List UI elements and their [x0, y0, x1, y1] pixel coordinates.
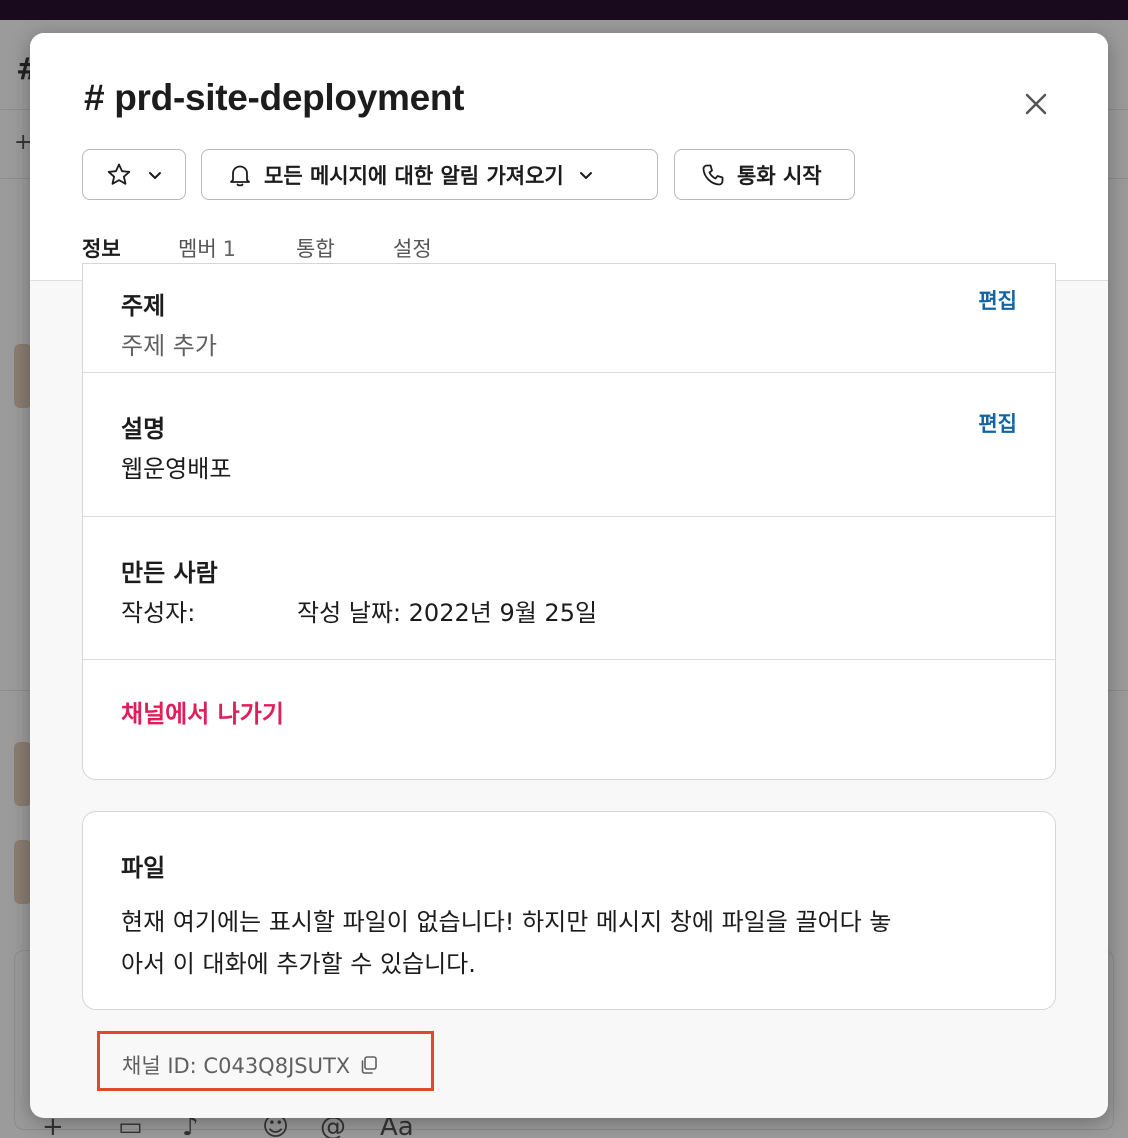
start-call-button[interactable]: 통화 시작 [674, 149, 855, 200]
description-label: 설명 [121, 415, 166, 443]
creation-date: 작성 날짜: 2022년 9월 25일 [297, 599, 598, 627]
copy-icon[interactable] [358, 1054, 380, 1076]
leave-channel-link[interactable]: 채널에서 나가기 [121, 694, 284, 729]
files-empty-text-line2: 아서 이 대화에 추가할 수 있습니다. [121, 950, 476, 978]
files-empty-text-line1: 현재 여기에는 표시할 파일이 없습니다! 하지만 메시지 창에 파일을 끌어다… [121, 908, 892, 936]
channel-id-highlight: 채널 ID: C043Q8JSUTX [97, 1031, 434, 1091]
tab-label: 정보 [82, 237, 121, 261]
notification-settings-button[interactable]: 모든 메시지에 대한 알림 가져오기 [201, 149, 658, 200]
files-card: 파일 현재 여기에는 표시할 파일이 없습니다! 하지만 메시지 창에 파일을 … [82, 811, 1056, 1010]
notification-settings-label: 모든 메시지에 대한 알림 가져오기 [264, 163, 564, 188]
tab-label: 설정 [393, 237, 432, 261]
description-section[interactable]: 설명 웹운영배포 편집 [83, 373, 1055, 517]
modal-header: # prd-site-deployment 모든 메시지에 대한 알림 가져오기 [30, 33, 1108, 281]
chevron-down-icon [145, 165, 165, 185]
channel-id-text: 채널 ID: C043Q8JSUTX [122, 1054, 351, 1078]
star-button[interactable] [82, 149, 186, 200]
app-top-bar [0, 0, 1128, 20]
close-button[interactable] [1018, 86, 1054, 122]
tab-label: 멤버 [178, 237, 217, 261]
about-card: 주제 주제 추가 편집 설명 웹운영배포 편집 만든 사람 작성자: 작성 날짜… [82, 263, 1056, 780]
topic-section[interactable]: 주제 주제 추가 편집 [83, 264, 1055, 373]
description-value: 웹운영배포 [121, 455, 232, 483]
members-count: 1 [222, 237, 237, 261]
topic-value: 주제 추가 [121, 332, 217, 360]
channel-details-modal: # prd-site-deployment 모든 메시지에 대한 알림 가져오기 [30, 33, 1108, 1118]
edit-description-link[interactable]: 편집 [978, 408, 1017, 438]
phone-icon [699, 161, 727, 189]
tab-label: 통합 [296, 237, 335, 261]
files-label: 파일 [121, 854, 166, 882]
chevron-down-icon [576, 165, 596, 185]
topic-label: 주제 [121, 292, 166, 320]
creator-author-label: 작성자: [121, 599, 196, 627]
edit-topic-link[interactable]: 편집 [978, 285, 1017, 315]
star-icon [105, 161, 133, 189]
bell-icon [226, 161, 254, 189]
channel-title: # prd-site-deployment [84, 77, 465, 118]
channel-id[interactable]: 채널 ID: C043Q8JSUTX [122, 1050, 380, 1080]
close-icon [1025, 93, 1047, 115]
start-call-label: 통화 시작 [737, 163, 822, 188]
creator-section: 만든 사람 작성자: 작성 날짜: 2022년 9월 25일 [83, 517, 1055, 660]
creator-label: 만든 사람 [121, 559, 218, 587]
